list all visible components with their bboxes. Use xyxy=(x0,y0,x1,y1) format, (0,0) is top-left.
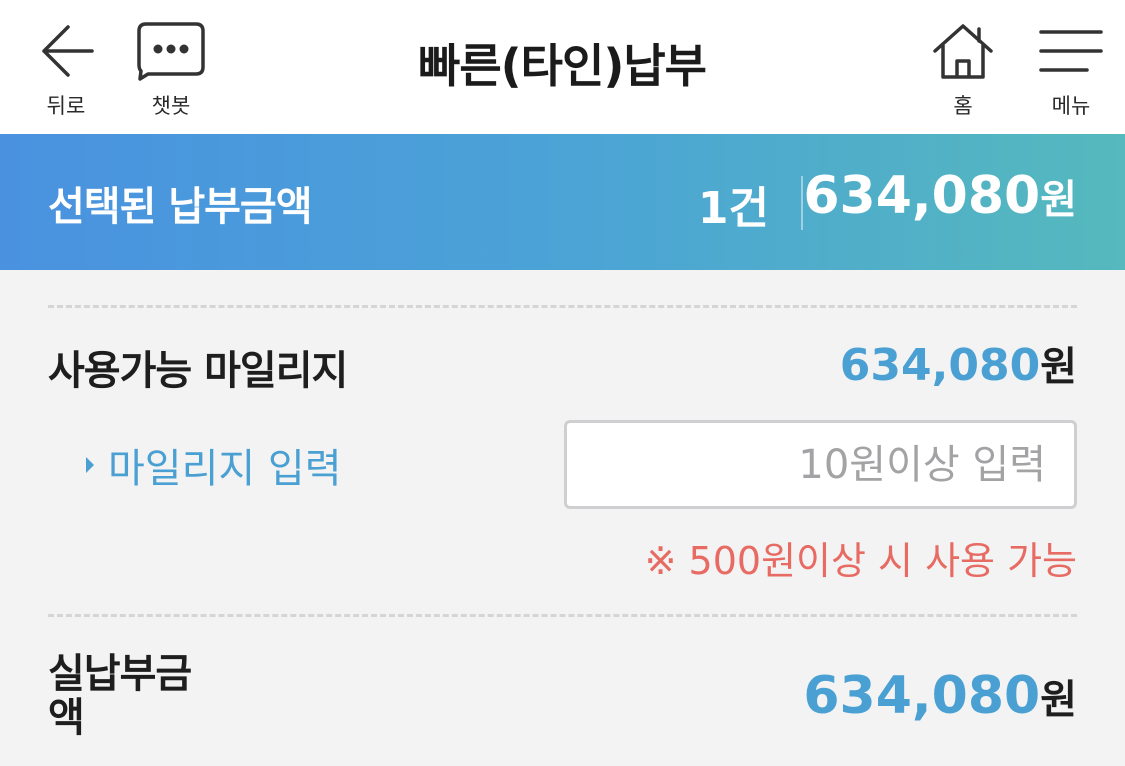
selected-amount-label: 선택된 납부금액 xyxy=(48,184,313,230)
final-payment-label: 실납부금액 xyxy=(48,651,192,741)
back-button[interactable]: 뒤로 xyxy=(21,18,111,122)
back-label: 뒤로 xyxy=(46,94,86,118)
chatbot-label: 챗봇 xyxy=(151,94,191,118)
dashed-divider xyxy=(48,614,1077,617)
available-mileage-label: 사용가능 마일리지 xyxy=(48,348,348,394)
menu-label: 메뉴 xyxy=(1051,94,1091,118)
available-mileage-unit: 원 xyxy=(1040,344,1077,390)
mileage-input-link[interactable]: 마일리지 입력 xyxy=(86,436,342,494)
dashed-divider xyxy=(48,305,1077,308)
menu-button[interactable]: 메뉴 xyxy=(1026,18,1116,122)
available-mileage-number: 634,080 xyxy=(839,340,1041,391)
home-label: 홈 xyxy=(953,94,973,118)
hamburger-menu-icon xyxy=(1035,18,1107,84)
chat-bubble-icon xyxy=(135,18,207,84)
top-app-bar: 뒤로 챗봇 빠른(타인)납부 홈 메뉴 xyxy=(0,0,1125,134)
caret-right-icon xyxy=(86,457,94,473)
home-icon xyxy=(927,18,999,84)
chatbot-button[interactable]: 챗봇 xyxy=(126,18,216,122)
selected-amount-value: 634,080원 xyxy=(803,166,1077,226)
mileage-amount-input[interactable] xyxy=(564,420,1077,509)
selected-amount-banner: 선택된 납부금액 1건 634,080원 xyxy=(0,134,1125,270)
arrow-left-icon xyxy=(30,18,102,84)
mileage-input-link-label: 마일리지 입력 xyxy=(108,446,342,492)
final-payment-unit: 원 xyxy=(1040,677,1077,723)
page-title: 빠른(타인)납부 xyxy=(418,39,707,93)
selected-amount-number: 634,080 xyxy=(803,166,1041,226)
available-mileage-value: 634,080원 xyxy=(840,334,1077,392)
home-button[interactable]: 홈 xyxy=(918,18,1008,122)
mileage-minimum-notice: ※ 500원이상 시 사용 가능 xyxy=(644,539,1077,583)
final-payment-number: 634,080 xyxy=(803,666,1041,726)
selected-count: 1건 xyxy=(697,183,769,234)
final-payment-value: 634,080원 xyxy=(803,666,1077,726)
selected-amount-unit: 원 xyxy=(1040,177,1077,223)
